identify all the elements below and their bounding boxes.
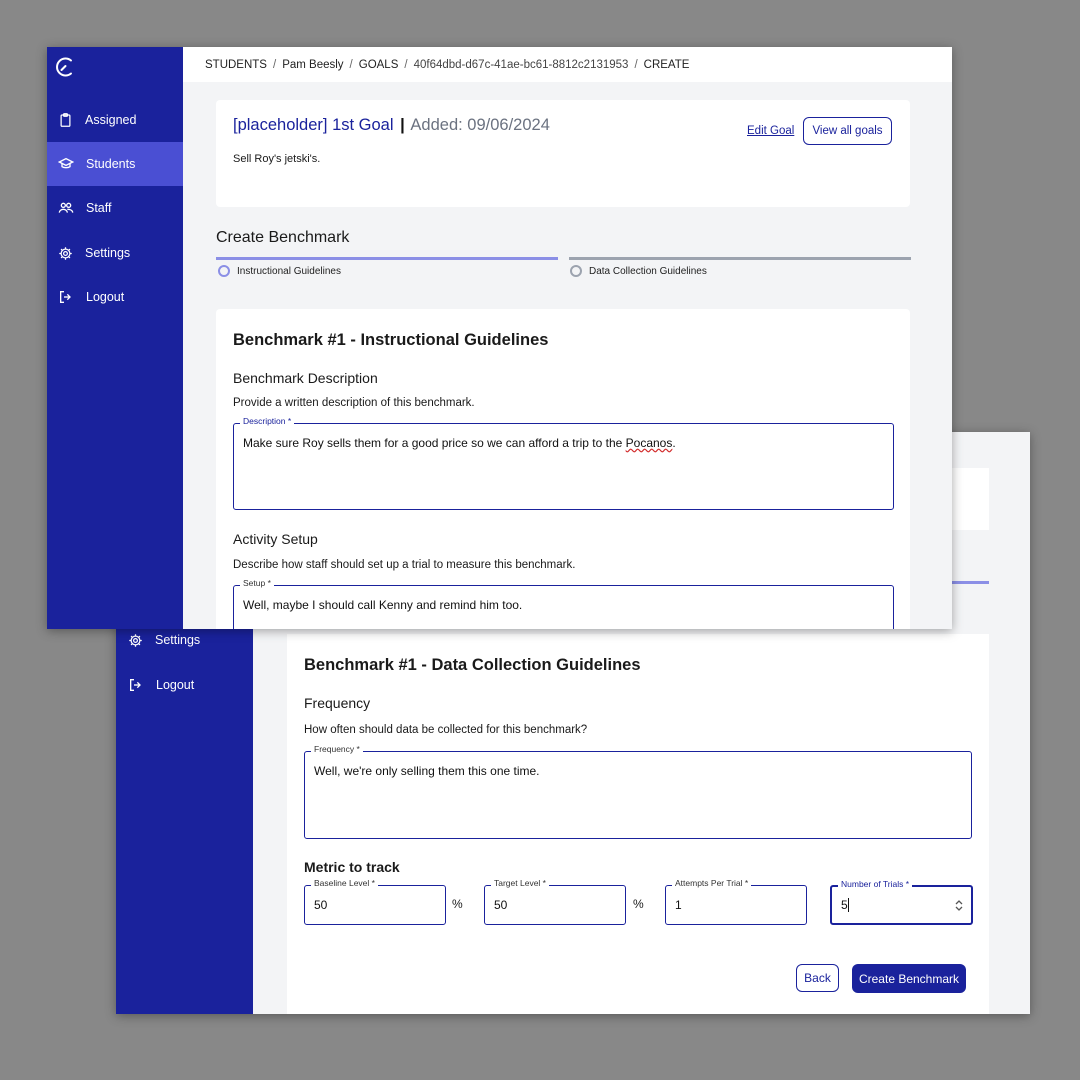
- sidebar-item-staff[interactable]: Staff: [47, 186, 183, 230]
- target-percent-sign: %: [633, 897, 644, 911]
- number-of-trials-label: Number of Trials *: [838, 879, 913, 889]
- target-level-input[interactable]: Target Level * 50: [484, 878, 626, 925]
- frequency-value: Well, we're only selling them this one t…: [314, 764, 540, 778]
- setup-textarea[interactable]: Setup * Well, maybe I should call Kenny …: [233, 578, 894, 629]
- target-level-value: 50: [494, 898, 508, 912]
- breadcrumb-goal-id[interactable]: 40f64dbd-d67c-41ae-bc61-8812c2131953: [414, 59, 629, 71]
- sidebar-item-label: Logout: [86, 290, 125, 304]
- sidebar-item-label: Students: [86, 157, 136, 171]
- goal-card: [placeholder] 1st Goal | Added: 09/06/20…: [216, 100, 910, 207]
- instructional-panel: Benchmark #1 - Instructional Guidelines …: [216, 309, 910, 629]
- baseline-percent-sign: %: [452, 897, 463, 911]
- graduation-cap-icon: [58, 157, 74, 169]
- gear-icon: [59, 246, 72, 260]
- data-collection-panel: Benchmark #1 - Data Collection Guideline…: [287, 634, 989, 1014]
- sidebar-item-label: Logout: [156, 678, 195, 692]
- frequency-heading: Frequency: [304, 695, 371, 711]
- sidebar-item-assigned[interactable]: Assigned: [47, 98, 183, 142]
- create-benchmark-heading: Create Benchmark: [216, 229, 350, 246]
- breadcrumb-separator: /: [349, 58, 353, 71]
- background-card-fragment: [952, 468, 989, 530]
- attempts-per-trial-input[interactable]: Attempts Per Trial * 1: [665, 878, 807, 925]
- sidebar-item-settings[interactable]: Settings: [47, 231, 183, 275]
- description-textarea[interactable]: Description * Make sure Roy sells them f…: [233, 416, 894, 510]
- instructional-window: Assigned Students Staff Settings Logout …: [47, 47, 952, 629]
- breadcrumb-separator: /: [634, 58, 638, 71]
- attempts-per-trial-value: 1: [675, 898, 682, 912]
- edit-goal-link[interactable]: Edit Goal: [747, 125, 794, 137]
- sidebar: Assigned Students Staff Settings Logout: [47, 47, 183, 629]
- text-cursor: [848, 898, 849, 912]
- frequency-textarea[interactable]: Frequency * Well, we're only selling the…: [304, 744, 972, 839]
- step-instructional[interactable]: Instructional Guidelines: [218, 265, 341, 277]
- view-all-goals-button[interactable]: View all goals: [803, 117, 892, 145]
- sidebar-item-label: Settings: [85, 246, 131, 260]
- goal-description: Sell Roy's jetski's.: [233, 153, 321, 165]
- sidebar-item-label: Settings: [155, 633, 201, 647]
- baseline-level-value: 50: [314, 898, 328, 912]
- step-circle-icon: [218, 265, 230, 277]
- breadcrumb-students[interactable]: STUDENTS: [205, 59, 267, 71]
- logout-icon: [130, 679, 141, 691]
- step-bar-active: [216, 257, 558, 260]
- step-circle-icon: [570, 265, 582, 277]
- baseline-level-label: Baseline Level *: [311, 878, 378, 888]
- frequency-help: How often should data be collected for t…: [304, 724, 588, 736]
- step-label: Data Collection Guidelines: [589, 265, 707, 277]
- description-text-end: .: [672, 436, 676, 450]
- sidebar-item-logout[interactable]: Logout: [116, 663, 253, 707]
- target-level-label: Target Level *: [491, 878, 549, 888]
- breadcrumb-separator: /: [404, 58, 408, 71]
- description-text: Make sure Roy sells them for a good pric…: [243, 436, 626, 450]
- misspelled-word: Pocanos: [625, 436, 673, 450]
- sidebar-item-students[interactable]: Students: [47, 142, 183, 186]
- breadcrumb-current: CREATE: [643, 58, 690, 71]
- gear-icon: [129, 633, 142, 647]
- setup-label: Setup *: [240, 578, 274, 588]
- sidebar-item-label: Staff: [86, 201, 112, 215]
- breadcrumb: STUDENTS / Pam Beesly / GOALS / 40f64dbd…: [183, 47, 952, 82]
- description-heading: Benchmark Description: [233, 370, 378, 386]
- description-value: Make sure Roy sells them for a good pric…: [243, 436, 676, 450]
- step-progress-line: [952, 581, 989, 584]
- step-label: Instructional Guidelines: [237, 265, 341, 277]
- back-button[interactable]: Back: [796, 964, 839, 992]
- create-benchmark-button[interactable]: Create Benchmark: [852, 964, 966, 993]
- step-data-collection[interactable]: Data Collection Guidelines: [570, 265, 707, 277]
- section-title: Benchmark #1 - Instructional Guidelines: [233, 331, 549, 349]
- goal-title: [placeholder] 1st Goal: [233, 116, 394, 134]
- goal-added-date: Added: 09/06/2024: [410, 116, 550, 134]
- sidebar-item-logout[interactable]: Logout: [47, 275, 183, 319]
- attempts-per-trial-label: Attempts Per Trial *: [672, 878, 752, 888]
- baseline-level-input[interactable]: Baseline Level * 50: [304, 878, 446, 925]
- stepper-icon[interactable]: [955, 899, 963, 912]
- goal-title-row: [placeholder] 1st Goal | Added: 09/06/20…: [233, 116, 550, 135]
- app-logo-icon: [56, 57, 72, 77]
- number-of-trials-value: 5: [841, 898, 848, 912]
- people-icon: [58, 202, 74, 213]
- frequency-label: Frequency *: [311, 744, 363, 754]
- breadcrumb-separator: /: [272, 58, 277, 71]
- section-title: Benchmark #1 - Data Collection Guideline…: [304, 656, 641, 674]
- breadcrumb-student-name[interactable]: Pam Beesly: [282, 59, 343, 71]
- number-of-trials-input[interactable]: Number of Trials * 5: [830, 879, 973, 925]
- step-bar-inactive: [569, 257, 911, 260]
- setup-help: Describe how staff should set up a trial…: [233, 559, 576, 571]
- description-help: Provide a written description of this be…: [233, 397, 475, 409]
- setup-heading: Activity Setup: [233, 531, 318, 547]
- description-label: Description *: [240, 416, 295, 426]
- clipboard-icon: [60, 113, 71, 127]
- breadcrumb-goals[interactable]: GOALS: [359, 59, 399, 71]
- sidebar-item-label: Assigned: [85, 113, 137, 127]
- metric-heading: Metric to track: [304, 859, 400, 875]
- setup-value: Well, maybe I should call Kenny and remi…: [243, 598, 523, 612]
- logout-icon: [60, 291, 71, 303]
- goal-title-divider: |: [400, 116, 405, 134]
